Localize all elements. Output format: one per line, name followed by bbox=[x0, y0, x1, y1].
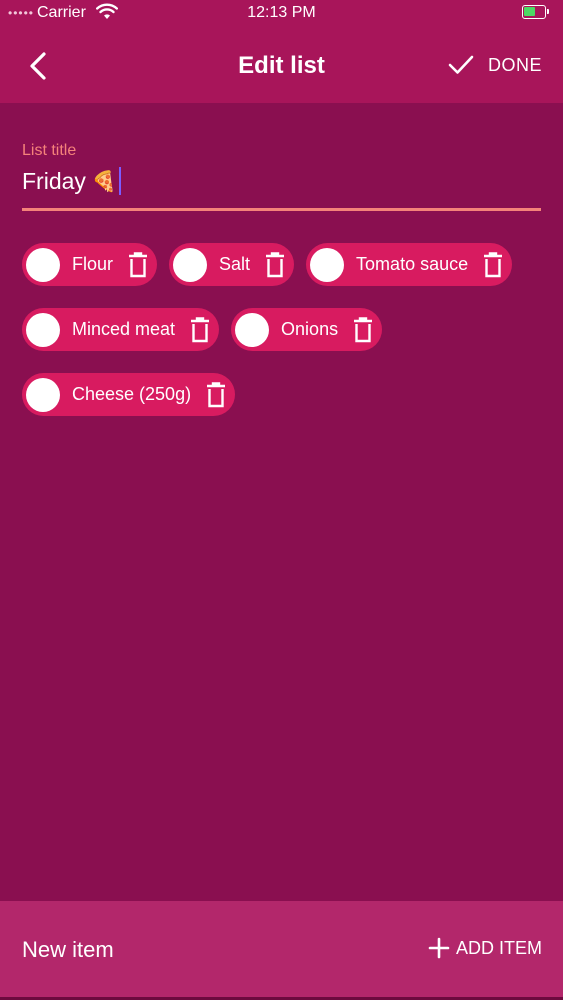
trash-icon[interactable] bbox=[127, 251, 149, 278]
clock: 12:13 PM bbox=[247, 4, 316, 21]
item-chip: Minced meat bbox=[22, 308, 220, 351]
item-name: Flour bbox=[72, 254, 114, 274]
item-name: Salt bbox=[219, 254, 251, 274]
trash-icon[interactable] bbox=[482, 251, 504, 278]
checkmark-icon bbox=[448, 55, 474, 74]
chip-row: Cheese (250g) bbox=[22, 373, 552, 416]
item-check-toggle[interactable] bbox=[173, 247, 208, 282]
item-name: Cheese (250g) bbox=[72, 384, 192, 404]
list-title-field[interactable]: List title Friday 🍕 bbox=[22, 142, 541, 211]
item-check-toggle[interactable] bbox=[26, 377, 60, 412]
new-item-bar: New item ADD ITEM bbox=[0, 901, 563, 997]
top-bar: ••••• Carrier 12:13 PM Edit list DONE bbox=[0, 0, 563, 103]
item-chip: Onions bbox=[231, 308, 383, 351]
item-chip: Cheese (250g) bbox=[22, 373, 236, 416]
chip-row: Flour Salt Tomato sauce bbox=[22, 243, 552, 286]
item-check-toggle[interactable] bbox=[310, 247, 345, 282]
status-bar: ••••• Carrier 12:13 PM bbox=[0, 0, 563, 28]
trash-icon[interactable] bbox=[189, 316, 211, 343]
item-chips: Flour Salt Tomato sauce Minced meat Onio… bbox=[22, 243, 552, 438]
item-check-toggle[interactable] bbox=[26, 247, 60, 282]
trash-icon[interactable] bbox=[352, 316, 374, 343]
add-item-button[interactable]: ADD ITEM bbox=[428, 937, 542, 959]
battery-tip bbox=[547, 9, 549, 14]
item-chip: Tomato sauce bbox=[306, 243, 513, 286]
item-name: Tomato sauce bbox=[356, 254, 469, 274]
done-label: DONE bbox=[488, 54, 543, 75]
chevron-left-icon bbox=[30, 52, 46, 80]
plus-icon bbox=[428, 937, 450, 959]
done-button[interactable]: DONE bbox=[448, 50, 542, 80]
item-chip: Flour bbox=[22, 243, 158, 286]
chip-row: Minced meat Onions bbox=[22, 308, 552, 351]
back-button[interactable] bbox=[24, 48, 54, 84]
trash-icon[interactable] bbox=[264, 251, 286, 278]
battery-icon bbox=[522, 5, 549, 19]
pizza-emoji: 🍕 bbox=[91, 170, 117, 193]
list-title-value: Friday bbox=[22, 167, 86, 194]
item-name: Minced meat bbox=[72, 319, 176, 339]
item-check-toggle[interactable] bbox=[26, 312, 60, 347]
battery-level bbox=[524, 7, 535, 16]
item-chip: Salt bbox=[169, 243, 295, 286]
list-title-input[interactable]: Friday 🍕 bbox=[22, 166, 541, 196]
input-underline bbox=[22, 208, 541, 211]
app-header: Edit list DONE bbox=[0, 28, 563, 103]
text-cursor bbox=[118, 167, 121, 195]
item-check-toggle[interactable] bbox=[235, 312, 270, 347]
new-item-input[interactable]: New item bbox=[22, 937, 114, 963]
trash-icon[interactable] bbox=[205, 381, 227, 408]
add-item-label: ADD ITEM bbox=[456, 937, 543, 958]
list-title-label: List title bbox=[22, 142, 77, 159]
item-name: Onions bbox=[281, 319, 339, 339]
